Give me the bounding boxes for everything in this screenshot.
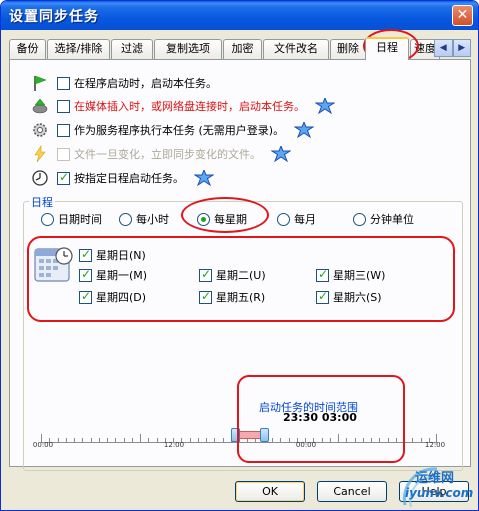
radio-dot[interactable]	[119, 212, 132, 226]
timeline-tick	[198, 438, 199, 442]
timeline-tick	[58, 438, 59, 442]
timeline-tick	[132, 438, 133, 442]
checkbox-box[interactable]	[57, 170, 70, 185]
checkbox-box[interactable]	[57, 147, 70, 161]
annotation-rect-time-range	[237, 375, 405, 463]
timeline-tick	[421, 438, 422, 442]
timeline-tick	[107, 438, 108, 442]
timeline-tick	[157, 438, 158, 442]
annotation-rect-days	[27, 236, 455, 322]
timeline-tick	[124, 438, 125, 442]
timeline-tick	[190, 438, 191, 442]
annotation-oval-weekly	[181, 197, 269, 233]
timeline-tick	[74, 438, 75, 442]
tab-scroll-left-icon[interactable]: ◀	[434, 39, 453, 57]
schedule-group-title: 日程	[29, 194, 55, 210]
schedule-start-checkbox[interactable]: 按指定日程启动任务。	[57, 170, 214, 186]
tab-rename[interactable]: 文件改名	[263, 39, 329, 59]
option-label: 文件一旦变化，立即同步变化的文件。	[74, 148, 261, 161]
run-as-service-checkbox[interactable]: 作为服务程序执行本任务 (无需用户登录)。	[57, 122, 315, 138]
cancel-button[interactable]: Cancel	[317, 481, 387, 502]
timeline-tick	[66, 438, 67, 442]
watermark-url: iyunv.com	[405, 486, 474, 500]
tab-filter[interactable]: 过滤	[111, 39, 153, 59]
timeline-tick	[206, 438, 207, 442]
tab-encrypt[interactable]: 加密	[223, 39, 262, 59]
tab-schedule[interactable]: 日程	[365, 37, 409, 60]
timeline-tick	[99, 438, 100, 442]
radio-label: 分钟单位	[370, 213, 414, 226]
timeline-tick	[82, 438, 83, 442]
watermark-text: 运维网	[415, 471, 455, 486]
timeline-tick	[214, 438, 215, 442]
start-on-launch-checkbox[interactable]: 在程序启动时，启动本任务。	[57, 75, 217, 91]
timeline-tick	[140, 434, 141, 442]
tab-backup[interactable]: 备份	[9, 39, 46, 59]
radio-hourly[interactable]: 每小时	[119, 211, 169, 227]
radio-date-time[interactable]: 日期时间	[41, 211, 102, 227]
option-label: 按指定日程启动任务。	[74, 172, 184, 185]
gear-service-icon	[33, 123, 47, 137]
tab-strip: 备份 选择/排除 过滤 复制选项 加密 文件改名 删除 日程 速度 ◀ ▶	[9, 37, 471, 60]
media-insert-icon	[32, 98, 48, 114]
radio-label: 每小时	[136, 213, 169, 226]
timeline-tick	[148, 438, 149, 442]
timeline-tick	[412, 438, 413, 442]
close-button[interactable]: ✕	[452, 5, 473, 26]
radio-minutes[interactable]: 分钟单位	[353, 211, 414, 227]
option-label: 在媒体插入时，或网络盘连接时，启动本任务。	[74, 100, 305, 113]
radio-dot[interactable]	[277, 212, 290, 226]
window-title: 设置同步任务	[9, 9, 99, 25]
timeline-label: 12:00	[163, 441, 185, 449]
radio-dot[interactable]	[41, 212, 54, 226]
timeline-label: 00:00	[32, 441, 54, 449]
title-bar[interactable]: 设置同步任务 ✕	[1, 1, 478, 30]
tab-delete[interactable]: 删除	[330, 39, 366, 59]
tab-scroll-buttons: ◀ ▶	[434, 39, 471, 57]
checkbox-box[interactable]	[57, 123, 70, 137]
star-marker-icon	[271, 146, 291, 162]
green-flag-icon	[34, 75, 47, 91]
lightning-icon	[34, 145, 46, 163]
option-label: 在程序启动时，启动本任务。	[74, 77, 217, 90]
timeline-tick	[91, 438, 92, 442]
checkbox-box[interactable]	[57, 99, 70, 113]
start-on-media-checkbox[interactable]: 在媒体插入时，或网络盘连接时，启动本任务。	[57, 98, 335, 114]
timeline-label: 12:00	[424, 441, 446, 449]
clock-icon	[32, 170, 48, 186]
radio-label: 每月	[294, 213, 316, 226]
checkbox-box[interactable]	[57, 76, 70, 90]
star-marker-icon	[315, 98, 335, 114]
radio-dot[interactable]	[353, 212, 366, 226]
option-label: 作为服务程序执行本任务 (无需用户登录)。	[74, 124, 285, 137]
tab-copy-options[interactable]: 复制选项	[154, 39, 222, 59]
radio-label: 日期时间	[58, 213, 102, 226]
radio-monthly[interactable]: 每月	[277, 211, 316, 227]
timeline-tick	[115, 438, 116, 442]
realtime-sync-checkbox[interactable]: 文件一旦变化，立即同步变化的文件。	[57, 146, 291, 162]
timeline-tick	[223, 438, 224, 442]
star-marker-icon	[294, 122, 315, 138]
star-marker-icon	[194, 170, 214, 186]
tab-scroll-right-icon[interactable]: ▶	[452, 39, 471, 57]
tab-select-exclude[interactable]: 选择/排除	[47, 39, 110, 59]
ok-button[interactable]: OK	[235, 481, 305, 502]
sync-task-dialog: 设置同步任务 ✕ 备份 选择/排除 过滤 复制选项 加密 文件改名 删除 日程 …	[0, 0, 479, 511]
